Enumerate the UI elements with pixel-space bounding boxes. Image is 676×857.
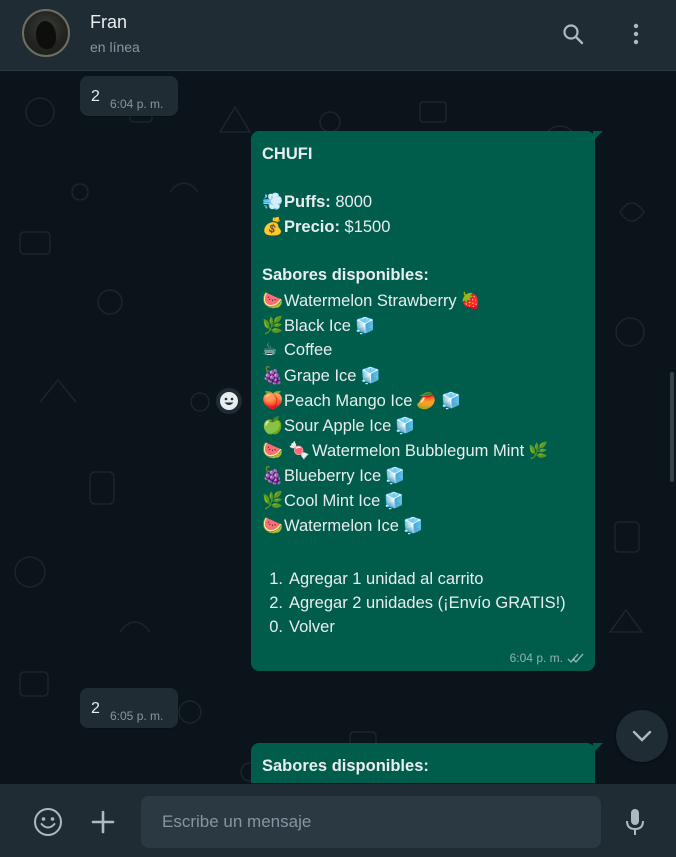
flavor-item: 🌿Black Ice 🧊 [262,313,592,338]
menu-option: 0. Volver [262,615,592,639]
message-meta: 6:04 p. m. [510,651,585,665]
double-check-icon [567,653,584,663]
message-input[interactable] [141,796,601,848]
product-title: CHUFI [262,145,313,163]
flavor-item: 🍉Watermelon Ice 🧊 [262,513,592,538]
option-number: 2. [269,594,283,612]
flavor-item: 🍉Watermelon Strawberry 🍓 [262,288,592,313]
dash-emoji-icon: 💨 [262,192,284,212]
option-text: Volver [289,618,335,636]
message-time: 6:04 p. m. [110,97,164,111]
price-line: 💰Precio: $1500 [262,215,592,240]
flavor-end-emoji-icon: 🧊 [385,466,406,485]
contact-name[interactable]: Fran [90,12,127,33]
message-text: 2 [91,700,100,717]
flavor-emoji-icon: 🍇 [262,466,284,486]
option-text: Agregar 2 unidades (¡Envío GRATIS!) [289,594,566,612]
flavor-name: Watermelon Ice [284,517,399,535]
money-bag-icon: 💰 [262,217,284,237]
chevron-down-icon [632,730,652,742]
emoji-react-icon[interactable] [216,388,242,414]
avatar[interactable] [22,9,70,57]
message-text: 2 [91,88,100,105]
compose-bar [0,784,676,857]
contact-status: en línea [90,39,140,55]
option-number: 1. [269,570,283,588]
flavor-name: Blueberry Ice [284,467,382,485]
outgoing-message[interactable]: CHUFI 💨Puffs: 8000 💰Precio: $1500 Sabore… [251,131,603,671]
outgoing-message[interactable]: Sabores disponibles: [251,743,603,783]
flavor-item: 🍑Peach Mango Ice 🥭 🧊 [262,388,592,413]
mic-icon[interactable] [619,806,651,838]
flavor-end-emoji-icon: 🧊 [402,516,423,535]
message-body: CHUFI 💨Puffs: 8000 💰Precio: $1500 Sabore… [262,142,592,639]
flavor-item: 🍉 🍬 Watermelon Bubblegum Mint 🌿 [262,438,592,463]
flavor-name: Sour Apple Ice [284,417,392,435]
option-number: 0. [269,618,283,636]
flavor-item: 🌿Cool Mint Ice 🧊 [262,488,592,513]
flavor-name: Watermelon Strawberry [284,292,457,310]
flavor-emoji-icon: 🍉 [262,291,284,311]
scrollbar[interactable] [670,372,674,482]
flavor-end-emoji-icon: 🧊 [360,366,381,385]
flavor-name: Watermelon Bubblegum Mint [312,442,525,460]
flavor-emoji-icon: 🍉 🍬 [262,441,310,461]
flavor-emoji-icon: 🍑 [262,391,284,411]
flavor-end-emoji-icon: 🌿 [528,441,549,460]
flavor-end-emoji-icon: 🥭 🧊 [416,391,462,410]
flavor-end-emoji-icon: 🧊 [395,416,416,435]
flavor-end-emoji-icon: 🧊 [384,491,405,510]
conversation-panel[interactable]: 2 6:04 p. m. CHUFI 💨Puffs: 8000 💰Precio:… [0,72,676,783]
flavor-name: Grape Ice [284,367,357,385]
message-time: 6:04 p. m. [509,651,563,665]
flavor-name: Coffee [284,341,333,359]
flavor-end-emoji-icon: 🍓 [460,291,481,310]
flavor-end-emoji-icon: 🧊 [354,316,375,335]
flavor-item: 🍇Grape Ice 🧊 [262,363,592,388]
scroll-down-button[interactable] [616,710,668,762]
flavor-emoji-icon: 🌿 [262,316,284,336]
flavor-list: 🍉Watermelon Strawberry 🍓 🌿Black Ice 🧊 ☕ Coffe… [262,288,592,538]
incoming-message[interactable]: 2 6:04 p. m. [80,76,178,116]
flavor-item: 🍇Blueberry Ice 🧊 [262,463,592,488]
flavors-heading: Sabores disponibles: [262,266,429,284]
flavor-emoji-icon: 🍏 [262,416,284,436]
option-list: 1. Agregar 1 unidad al carrito 2. Agregar 2… [262,567,592,639]
menu-option: 1. Agregar 1 unidad al carrito [262,567,592,591]
menu-icon[interactable] [623,20,649,48]
flavor-item: ☕ Coffee [262,338,592,363]
emoji-icon[interactable] [32,806,64,838]
search-icon[interactable] [560,20,586,48]
flavor-name: Cool Mint Ice [284,492,381,510]
flavor-emoji-icon: 🌿 [262,491,284,511]
message-time: 6:05 p. m. [110,709,164,723]
puffs-line: 💨Puffs: 8000 [262,190,592,215]
flavor-emoji-icon: 🍉 [262,516,284,536]
menu-option: 2. Agregar 2 unidades (¡Envío GRATIS!) [262,591,592,615]
flavor-name: Peach Mango Ice [284,392,413,410]
flavor-emoji-icon: ☕ [262,340,278,360]
option-text: Agregar 1 unidad al carrito [289,570,484,588]
incoming-message[interactable]: 2 6:05 p. m. [80,688,178,728]
flavor-name: Black Ice [284,317,351,335]
chat-header: Fran en línea [0,0,676,71]
flavor-item: 🍏Sour Apple Ice 🧊 [262,413,592,438]
flavor-emoji-icon: 🍇 [262,366,284,386]
flavors-heading: Sabores disponibles: [262,757,429,775]
plus-icon[interactable] [87,806,119,838]
